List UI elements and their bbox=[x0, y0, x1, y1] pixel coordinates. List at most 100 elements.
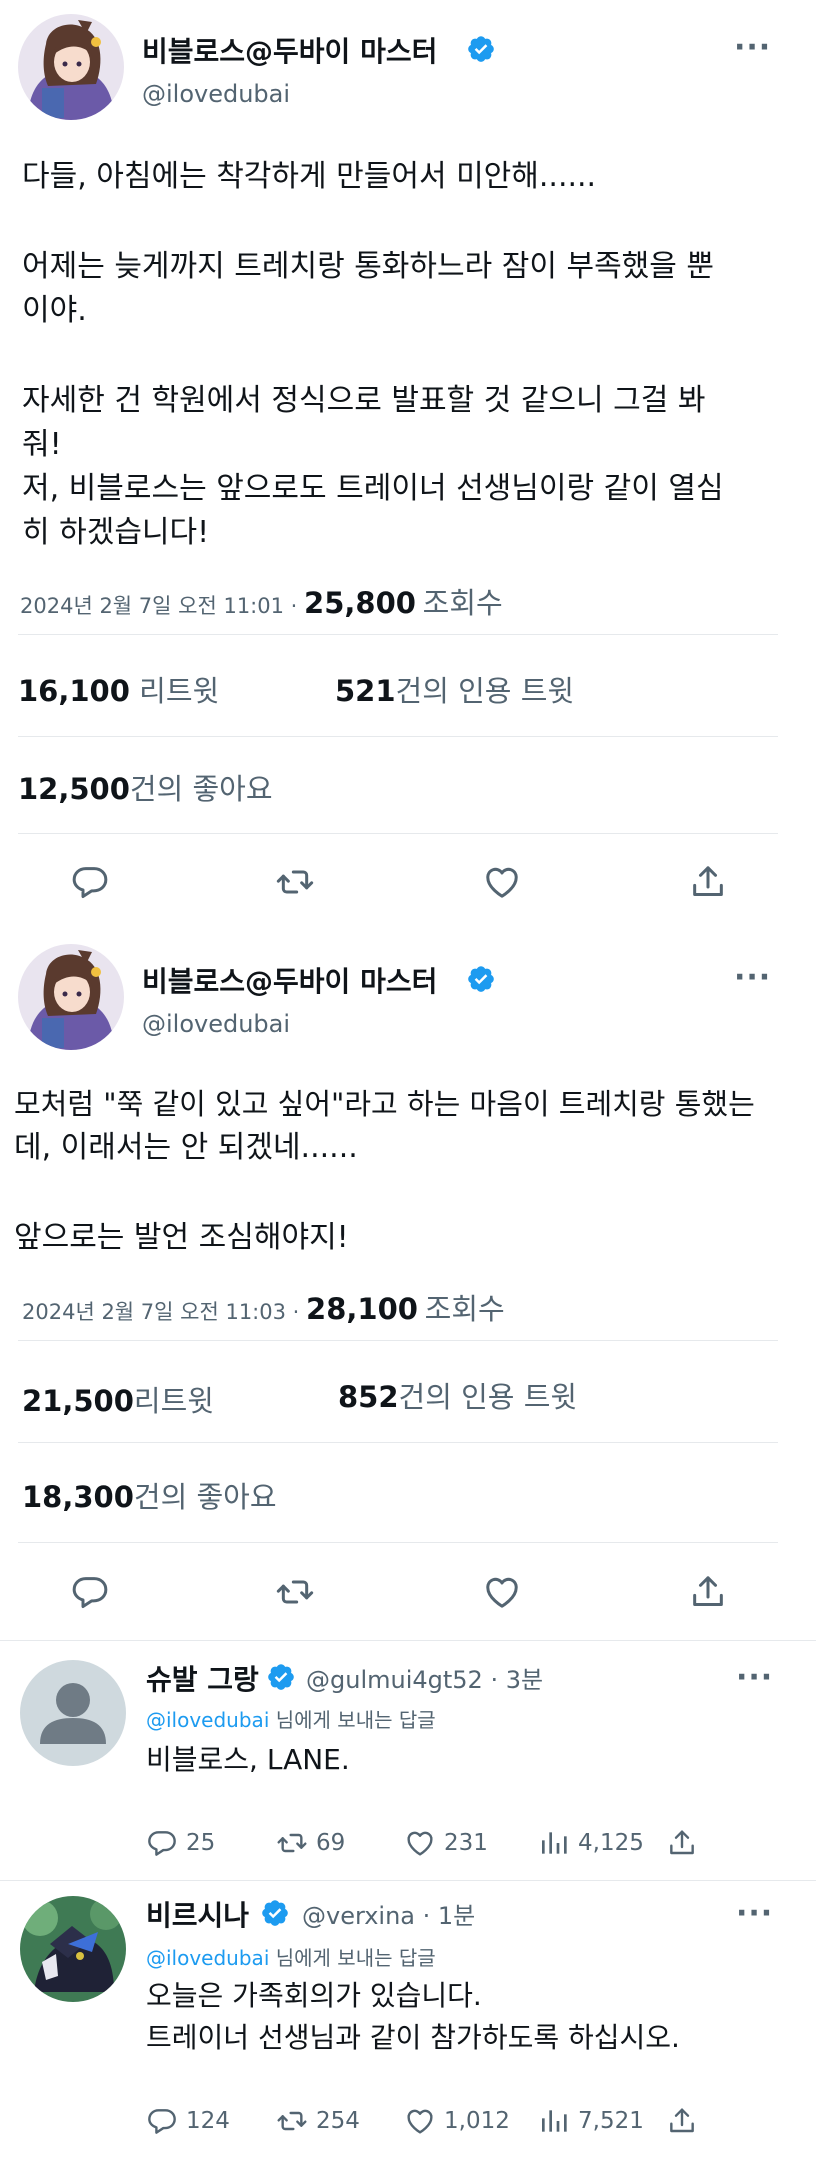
like-icon bbox=[404, 2105, 436, 2137]
reply-icon[interactable] bbox=[70, 1572, 110, 1612]
reply-icon[interactable] bbox=[70, 862, 110, 902]
views-label: 조회수 bbox=[422, 586, 503, 620]
share-icon bbox=[666, 2105, 698, 2137]
retweet-label: 리트윗 bbox=[139, 674, 220, 708]
quote-count: 852 bbox=[338, 1380, 399, 1414]
reply-count: 25 bbox=[186, 1830, 216, 1856]
like-count: 231 bbox=[444, 1830, 488, 1856]
reply-text-line: 트레이너 선생님과 같이 참가하도록 하십시오. bbox=[146, 2021, 680, 2054]
like-icon[interactable] bbox=[482, 862, 522, 902]
retweet-count: 16,100 bbox=[18, 674, 130, 708]
retweet-button[interactable]: 69 bbox=[276, 1826, 345, 1860]
mention-link[interactable]: @ilovedubai bbox=[146, 1708, 269, 1732]
retweet-count: 254 bbox=[316, 2108, 360, 2134]
like-count: 18,300 bbox=[22, 1480, 134, 1514]
retweet-count: 21,500 bbox=[22, 1384, 134, 1418]
reply-text-line: 오늘은 가족회의가 있습니다. bbox=[146, 1979, 482, 2012]
share-icon[interactable] bbox=[688, 862, 728, 902]
reply-text: 비블로스, LANE. bbox=[146, 1743, 350, 1776]
reply-icon bbox=[146, 1827, 178, 1859]
retweet-label: 리트윗 bbox=[133, 1384, 214, 1418]
reply-icon bbox=[146, 2105, 178, 2137]
retweet-icon bbox=[276, 2105, 308, 2137]
like-count: 12,500 bbox=[18, 772, 130, 806]
like-label: 건의 좋아요 bbox=[129, 772, 273, 806]
user-handle[interactable]: @verxina · 1분 bbox=[302, 1896, 475, 1931]
text-line: 어제는 늦게까지 트레치랑 통화하느라 잠이 부족했을 뿐 bbox=[22, 249, 715, 284]
views-count: 25,800 bbox=[304, 586, 416, 620]
text-line: 모처럼 "쭉 같이 있고 싶어"라고 하는 마음이 트레치랑 통했는 bbox=[14, 1087, 755, 1121]
divider bbox=[18, 833, 778, 834]
more-icon[interactable]: ··· bbox=[736, 1899, 773, 1929]
retweet-icon bbox=[276, 1827, 308, 1859]
like-count: 1,012 bbox=[444, 2108, 510, 2134]
avatar-placeholder-icon[interactable] bbox=[20, 1660, 126, 1766]
retweet-count: 69 bbox=[316, 1830, 346, 1856]
divider bbox=[18, 736, 778, 737]
divider bbox=[18, 634, 778, 635]
user-handle[interactable]: @gulmui4gt52 · 3분 bbox=[306, 1660, 543, 1695]
display-name[interactable]: 비블로스@두바이 마스터 bbox=[142, 960, 437, 1000]
retweet-stat[interactable]: 21,500리트윗 bbox=[22, 1378, 214, 1420]
text-line: 데, 이래서는 안 되겠네...... bbox=[14, 1130, 358, 1165]
quote-label: 건의 인용 트윗 bbox=[398, 1380, 578, 1414]
avatar[interactable] bbox=[20, 1896, 126, 2002]
views-icon bbox=[538, 2105, 570, 2137]
quote-stat[interactable]: 521건의 인용 트윗 bbox=[335, 668, 574, 710]
display-name[interactable]: 슈발 그랑 bbox=[146, 1658, 259, 1698]
like-icon bbox=[404, 1827, 436, 1859]
divider bbox=[0, 1640, 816, 1641]
verified-icon bbox=[466, 964, 496, 994]
verified-icon bbox=[266, 1662, 296, 1692]
tweet-meta: 2024년 2월 7일 오전 11:03 · 28,100 조회수 bbox=[22, 1286, 505, 1328]
user-handle[interactable]: @ilovedubai bbox=[142, 1010, 290, 1038]
more-icon[interactable]: ··· bbox=[736, 1663, 773, 1693]
divider bbox=[18, 1442, 778, 1443]
views-button[interactable]: 7,521 bbox=[538, 2104, 644, 2138]
mention-link[interactable]: @ilovedubai bbox=[146, 1946, 269, 1970]
like-button[interactable]: 231 bbox=[404, 1826, 488, 1860]
reply-count: 124 bbox=[186, 2108, 230, 2134]
display-name[interactable]: 비블로스@두바이 마스터 bbox=[142, 30, 437, 70]
tweet-meta: 2024년 2월 7일 오전 11:01 · 25,800 조회수 bbox=[20, 580, 503, 622]
divider bbox=[18, 1542, 778, 1543]
text-line: 이야. bbox=[22, 293, 87, 328]
share-icon bbox=[666, 1827, 698, 1859]
retweet-icon[interactable] bbox=[275, 862, 315, 902]
like-label: 건의 좋아요 bbox=[133, 1480, 277, 1514]
divider bbox=[18, 1340, 778, 1341]
retweet-icon[interactable] bbox=[275, 1572, 315, 1612]
share-button[interactable] bbox=[666, 2104, 698, 2138]
timestamp[interactable]: 2024년 2월 7일 오전 11:03 · bbox=[22, 1300, 299, 1324]
like-button[interactable]: 1,012 bbox=[404, 2104, 510, 2138]
views-label: 조회수 bbox=[424, 1292, 505, 1326]
views-button[interactable]: 4,125 bbox=[538, 1826, 644, 1860]
reply-button[interactable]: 25 bbox=[146, 1826, 215, 1860]
like-icon[interactable] bbox=[482, 1572, 522, 1612]
like-stat[interactable]: 18,300건의 좋아요 bbox=[22, 1474, 277, 1516]
quote-stat[interactable]: 852건의 인용 트윗 bbox=[338, 1374, 577, 1416]
quote-label: 건의 인용 트윗 bbox=[395, 674, 575, 708]
avatar[interactable] bbox=[18, 944, 124, 1050]
timestamp[interactable]: 2024년 2월 7일 오전 11:01 · bbox=[20, 594, 297, 618]
share-icon[interactable] bbox=[688, 1572, 728, 1612]
user-handle[interactable]: @ilovedubai bbox=[142, 80, 290, 108]
like-stat[interactable]: 12,500건의 좋아요 bbox=[18, 766, 273, 808]
reply-button[interactable]: 124 bbox=[146, 2104, 230, 2138]
text-line: 히 하겠습니다! bbox=[22, 515, 210, 550]
display-name[interactable]: 비르시나 bbox=[146, 1894, 249, 1934]
reply-to-line: @ilovedubai 님에게 보내는 답글 bbox=[146, 1704, 436, 1733]
views-count: 4,125 bbox=[578, 1830, 644, 1856]
text-line: 다들, 아침에는 착각하게 만들어서 미안해...... bbox=[22, 159, 597, 194]
verified-icon bbox=[260, 1898, 290, 1928]
views-count: 7,521 bbox=[578, 2108, 644, 2134]
more-icon[interactable]: ··· bbox=[734, 963, 771, 993]
retweet-button[interactable]: 254 bbox=[276, 2104, 360, 2138]
more-icon[interactable]: ··· bbox=[734, 33, 771, 63]
text-line: 자세한 건 학원에서 정식으로 발표할 것 같으니 그걸 봐 bbox=[22, 383, 706, 418]
retweet-stat[interactable]: 16,100 리트윗 bbox=[18, 668, 219, 710]
views-count: 28,100 bbox=[306, 1292, 418, 1326]
avatar[interactable] bbox=[18, 14, 124, 120]
text-line: 줘! bbox=[22, 427, 62, 462]
share-button[interactable] bbox=[666, 1826, 698, 1860]
